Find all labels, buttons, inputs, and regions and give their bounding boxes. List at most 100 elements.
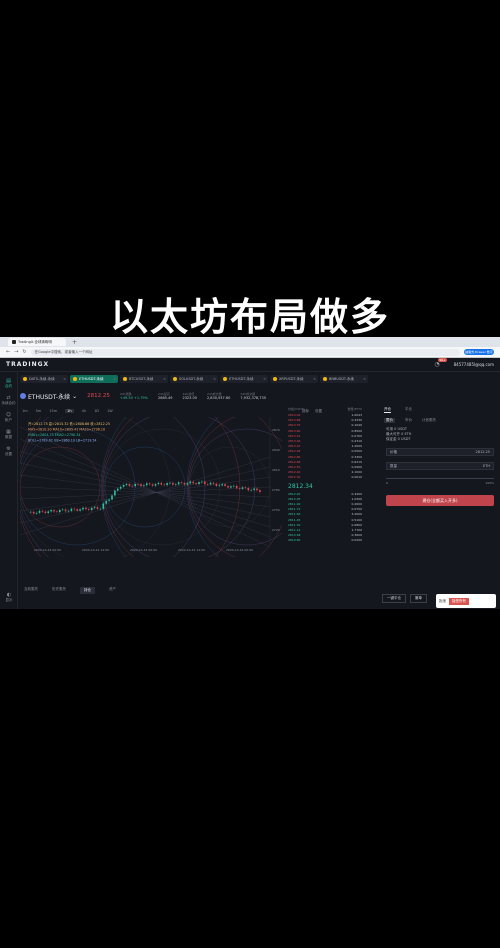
chart-toolbar: 1m 5m 15m 1h 4h 1D 1W 指标 设置 xyxy=(22,407,322,415)
candle-body xyxy=(50,509,52,512)
account-info: 可用 0 USDT 最大可开 0 ETH 保证金 0 USDT xyxy=(386,427,500,442)
orderbook-row[interactable]: 2812.30 0.0010 xyxy=(288,475,362,480)
timeframe-4h[interactable]: 4h xyxy=(82,409,86,413)
mode-market[interactable]: 市价 xyxy=(405,418,412,423)
candle-body xyxy=(137,484,139,485)
bottom-tab[interactable]: 当前委托 xyxy=(24,587,38,594)
new-tab-icon[interactable]: + xyxy=(72,339,77,346)
timeframe-1m[interactable]: 1m xyxy=(22,409,28,413)
eth-coin-icon xyxy=(20,393,26,399)
candle-body xyxy=(206,483,209,485)
symbol-tab[interactable]: ETHUSDT-永续 × xyxy=(70,375,118,383)
pair-name: ETHUSDT-永续 xyxy=(28,393,71,401)
candle-body xyxy=(128,484,131,486)
candle-body xyxy=(53,509,55,512)
cookie-accept-button[interactable]: 接受所有 xyxy=(449,597,469,605)
candle-body xyxy=(30,511,32,513)
timeframe-1W[interactable]: 1W xyxy=(107,409,113,413)
coin-icon xyxy=(173,377,177,381)
timeframe-1h[interactable]: 1h xyxy=(65,409,74,413)
trend-line xyxy=(20,486,271,500)
sidebar-item[interactable]: ▤ 合约 xyxy=(0,378,17,389)
tradingx-logo[interactable]: TRADINGX xyxy=(6,361,49,368)
bottom-tab[interactable]: 历史委托 xyxy=(52,587,66,594)
quantity-input[interactable]: 数量 ETH xyxy=(386,462,494,470)
omnibox[interactable]: 在Google中搜索，或者输入一个网址 xyxy=(30,348,460,356)
orderbook-qty: 0.0010 xyxy=(351,475,363,480)
candle-body xyxy=(134,484,136,487)
candle-body xyxy=(218,485,221,486)
sidebar-item[interactable]: ◐ 显示 xyxy=(0,592,18,603)
cancel-orders-button[interactable]: 撤单 xyxy=(410,594,427,603)
bottom-tab[interactable]: 资产 xyxy=(109,587,116,594)
candle-body xyxy=(233,485,235,487)
candle-body xyxy=(212,482,215,484)
close-icon[interactable]: × xyxy=(113,377,116,381)
close-all-button[interactable]: 一键平仓 xyxy=(382,594,406,603)
close-icon[interactable]: × xyxy=(263,377,266,381)
mode-limit[interactable]: 限价 xyxy=(384,418,395,423)
reload-icon[interactable]: ↻ xyxy=(22,349,26,355)
candle-body xyxy=(209,482,212,485)
mode-plan[interactable]: 计划委托 xyxy=(422,418,436,423)
symbol-tab[interactable]: XRPUSDT-永续 × xyxy=(270,375,318,383)
candle-body xyxy=(247,487,250,491)
candle-body xyxy=(79,509,81,511)
close-icon[interactable]: × xyxy=(163,377,166,381)
geometry-arc xyxy=(189,446,271,528)
symbol-tabs: DATS-永续-永续 × ETHUSDT-永续 × BTCUSDT-永续 × SOLUSDT… xyxy=(20,375,500,385)
candle-body xyxy=(235,485,238,489)
sidebar-item[interactable]: ⚙ 设置 xyxy=(0,446,17,457)
cookie-reject-button[interactable]: 拒绝 xyxy=(439,599,446,604)
candle-body xyxy=(32,511,35,514)
browser-tab[interactable]: TradingX-全球清晰明 xyxy=(8,338,66,346)
candle-body xyxy=(177,482,180,485)
time-tick: 2024-10-14 00:00 xyxy=(34,548,61,552)
orderbook-row[interactable]: 2810.80 0.0200 xyxy=(288,538,362,543)
candle-body xyxy=(93,507,96,508)
candle-body xyxy=(96,507,99,509)
symbol-tab[interactable]: BTCUSDT-永续 × xyxy=(120,375,168,383)
timeframe-5m[interactable]: 5m xyxy=(36,409,42,413)
symbol-tab[interactable]: DATS-永续-永续 × xyxy=(20,375,68,383)
omnibox-text: 在Google中搜索，或者输入一个网址 xyxy=(34,349,93,354)
close-icon[interactable]: × xyxy=(313,377,316,381)
timeframe-15m[interactable]: 15m xyxy=(49,409,57,413)
candlestick-chart[interactable]: 开=2812.75 高=2815.32 低=2808.66 收=2812.25 M… xyxy=(20,417,282,557)
amount-slider[interactable] xyxy=(386,478,494,479)
orderbook-price: 2812.30 xyxy=(288,475,301,480)
candle-body xyxy=(131,485,134,487)
extension-button[interactable]: 抽屉式 Drawer 数字 xyxy=(464,349,494,355)
sidebar-item[interactable]: ▦ 数据 xyxy=(0,429,17,440)
symbol-tab[interactable]: BNBUSDT-永续 × xyxy=(320,375,368,383)
price-input[interactable]: 价格 2812.25 xyxy=(386,448,494,456)
timeframe-1D[interactable]: 1D xyxy=(94,409,99,413)
close-icon[interactable]: × xyxy=(213,377,216,381)
coin-icon xyxy=(323,377,327,381)
symbol-tab[interactable]: ETHUSDT-永续 × xyxy=(220,375,268,383)
sidebar-item[interactable]: ☺ 帐户 xyxy=(0,412,17,423)
candle-body xyxy=(73,508,76,510)
back-icon[interactable]: ← xyxy=(6,349,10,355)
open-long-button[interactable]: 建仓(全额买入开多) xyxy=(386,495,494,506)
tab-open[interactable]: 开仓 xyxy=(384,407,391,413)
sidebar-item[interactable]: ⇄ 永续合约 xyxy=(0,395,17,406)
close-icon[interactable]: × xyxy=(63,377,66,381)
candle-body xyxy=(85,507,87,510)
tab-close[interactable]: 平仓 xyxy=(405,407,412,413)
candle-body xyxy=(90,507,93,510)
forward-icon[interactable]: → xyxy=(14,349,18,355)
screen-recording: TradingX-全球清晰明 + ← → ↻ 在Google中搜索，或者输入一个… xyxy=(0,337,500,609)
candle-body xyxy=(148,483,151,485)
symbol-tab[interactable]: SOLUSDT-永续 × xyxy=(170,375,218,383)
symbol-tab-label: XRPUSDT-永续 xyxy=(279,376,304,381)
pair-selector[interactable]: ETHUSDT-永续 ⌄ xyxy=(20,392,77,401)
qty-unit: ETH xyxy=(483,464,490,468)
close-icon[interactable]: × xyxy=(363,377,366,381)
bottom-tab[interactable]: 持仓 xyxy=(80,587,95,594)
bell-icon[interactable]: ◔ 99+ xyxy=(434,358,447,368)
last-price: 2812.25 xyxy=(87,393,110,399)
orderbook-qty: 0.0200 xyxy=(351,538,363,543)
user-email[interactable]: 84577485l@qq.com xyxy=(454,362,494,367)
coin-icon xyxy=(223,377,227,381)
